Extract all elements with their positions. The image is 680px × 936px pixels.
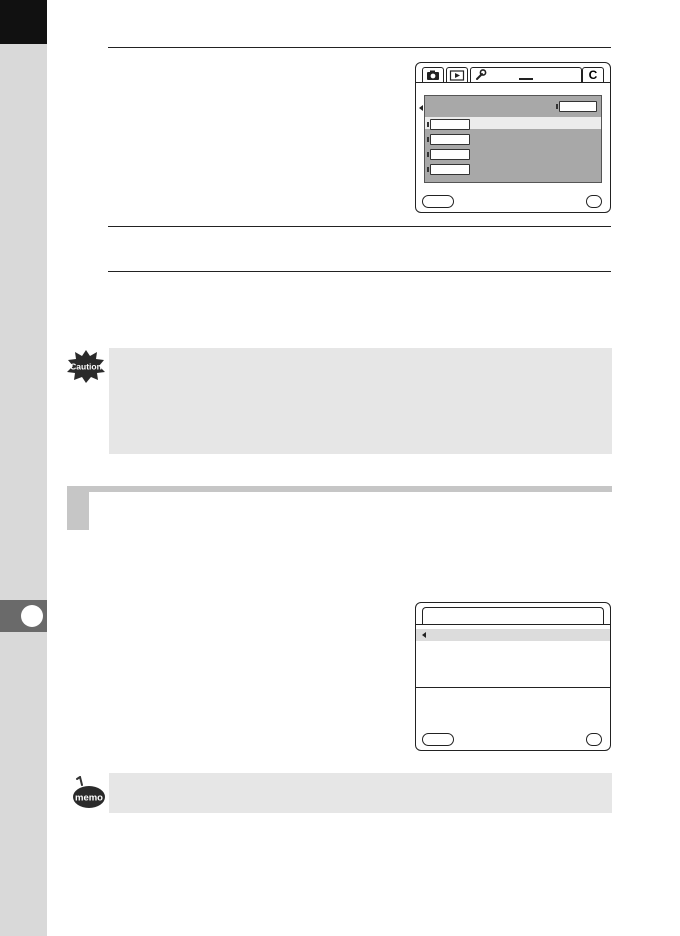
wrench-icon bbox=[476, 69, 487, 80]
page-sidebar bbox=[0, 0, 47, 936]
submenu-title-tab bbox=[422, 607, 604, 625]
menu-list-panel bbox=[419, 95, 602, 183]
section-rule-top bbox=[108, 47, 611, 48]
caution-box bbox=[109, 348, 612, 454]
scroll-left-arrow-icon bbox=[422, 632, 426, 638]
memo-icon-text: memo bbox=[75, 793, 103, 804]
caution-icon-text: Caution bbox=[70, 362, 102, 372]
menu-value-slot bbox=[556, 101, 597, 112]
footer-right-button bbox=[586, 733, 602, 746]
option-slot-3[interactable] bbox=[427, 149, 470, 160]
chapter-number-circle bbox=[21, 605, 43, 627]
tab-custom: C bbox=[582, 67, 604, 82]
section-heading-bar bbox=[67, 486, 612, 530]
tab-playback bbox=[446, 67, 468, 82]
option-slot-1[interactable] bbox=[427, 119, 470, 130]
footer-right-button bbox=[586, 195, 602, 208]
section-rule-bottom bbox=[108, 271, 611, 272]
camera-screen-setup-menu: C bbox=[415, 62, 611, 213]
option-slot-2[interactable] bbox=[427, 134, 470, 145]
footer-left-button bbox=[422, 733, 454, 746]
section-rule-middle bbox=[108, 226, 611, 227]
tab-setup-active bbox=[470, 67, 582, 82]
memo-icon: memo bbox=[73, 776, 105, 808]
playback-icon bbox=[449, 70, 465, 81]
submenu-divider bbox=[416, 687, 610, 688]
scroll-left-arrow-icon bbox=[419, 105, 423, 111]
tab-shooting bbox=[422, 67, 444, 82]
section-heading-block bbox=[67, 486, 89, 530]
page-indicator-bar bbox=[519, 78, 533, 80]
custom-tab-label: C bbox=[588, 68, 598, 82]
camera-icon bbox=[427, 70, 439, 80]
submenu-tab-baseline bbox=[416, 624, 610, 625]
memo-box bbox=[109, 773, 612, 813]
option-slot-4[interactable] bbox=[427, 164, 470, 175]
chapter-index-tab bbox=[0, 600, 47, 632]
submenu-row-highlighted[interactable] bbox=[416, 629, 610, 641]
tab-strip-baseline bbox=[416, 82, 610, 83]
menu-tab-strip: C bbox=[416, 63, 610, 85]
camera-screen-submenu bbox=[415, 602, 611, 751]
section-heading-top-line bbox=[89, 486, 612, 492]
caution-icon: Caution bbox=[67, 350, 105, 383]
footer-left-button bbox=[422, 195, 454, 208]
chapter-corner-tab bbox=[0, 0, 47, 44]
